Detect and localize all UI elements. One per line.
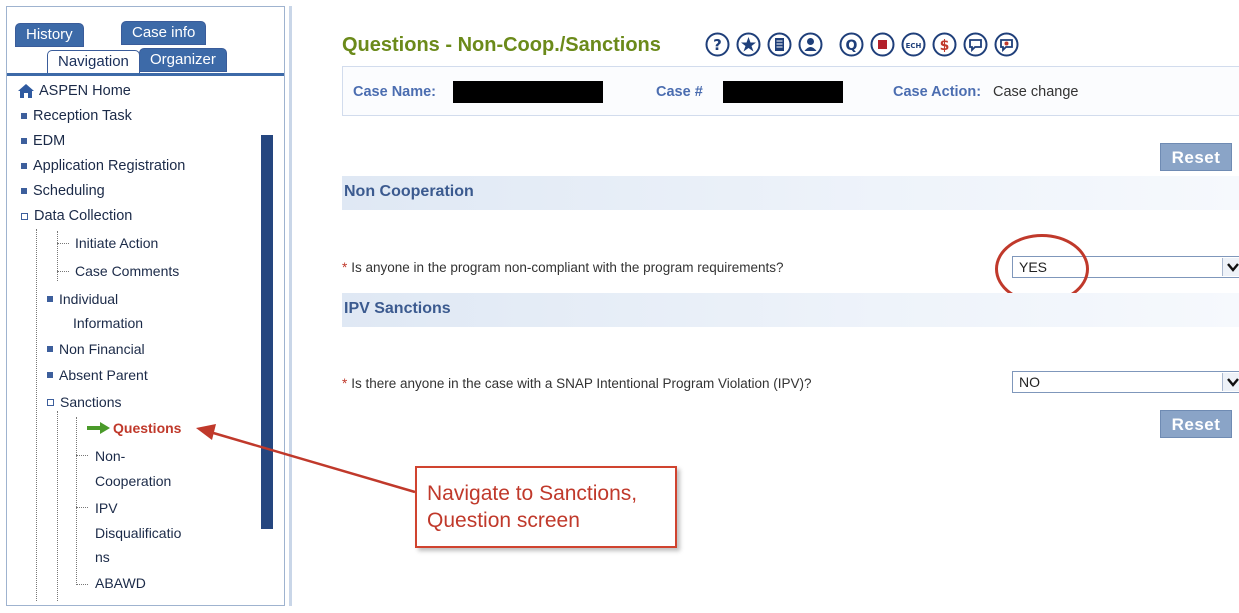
annotation-callout: Navigate to Sanctions, Question screen bbox=[415, 466, 677, 548]
callout-line-1: Navigate to Sanctions, bbox=[427, 482, 638, 505]
screenshot-page: History Case info Navigation Organizer A… bbox=[0, 0, 1239, 613]
callout-line-2: Question screen bbox=[427, 509, 580, 532]
